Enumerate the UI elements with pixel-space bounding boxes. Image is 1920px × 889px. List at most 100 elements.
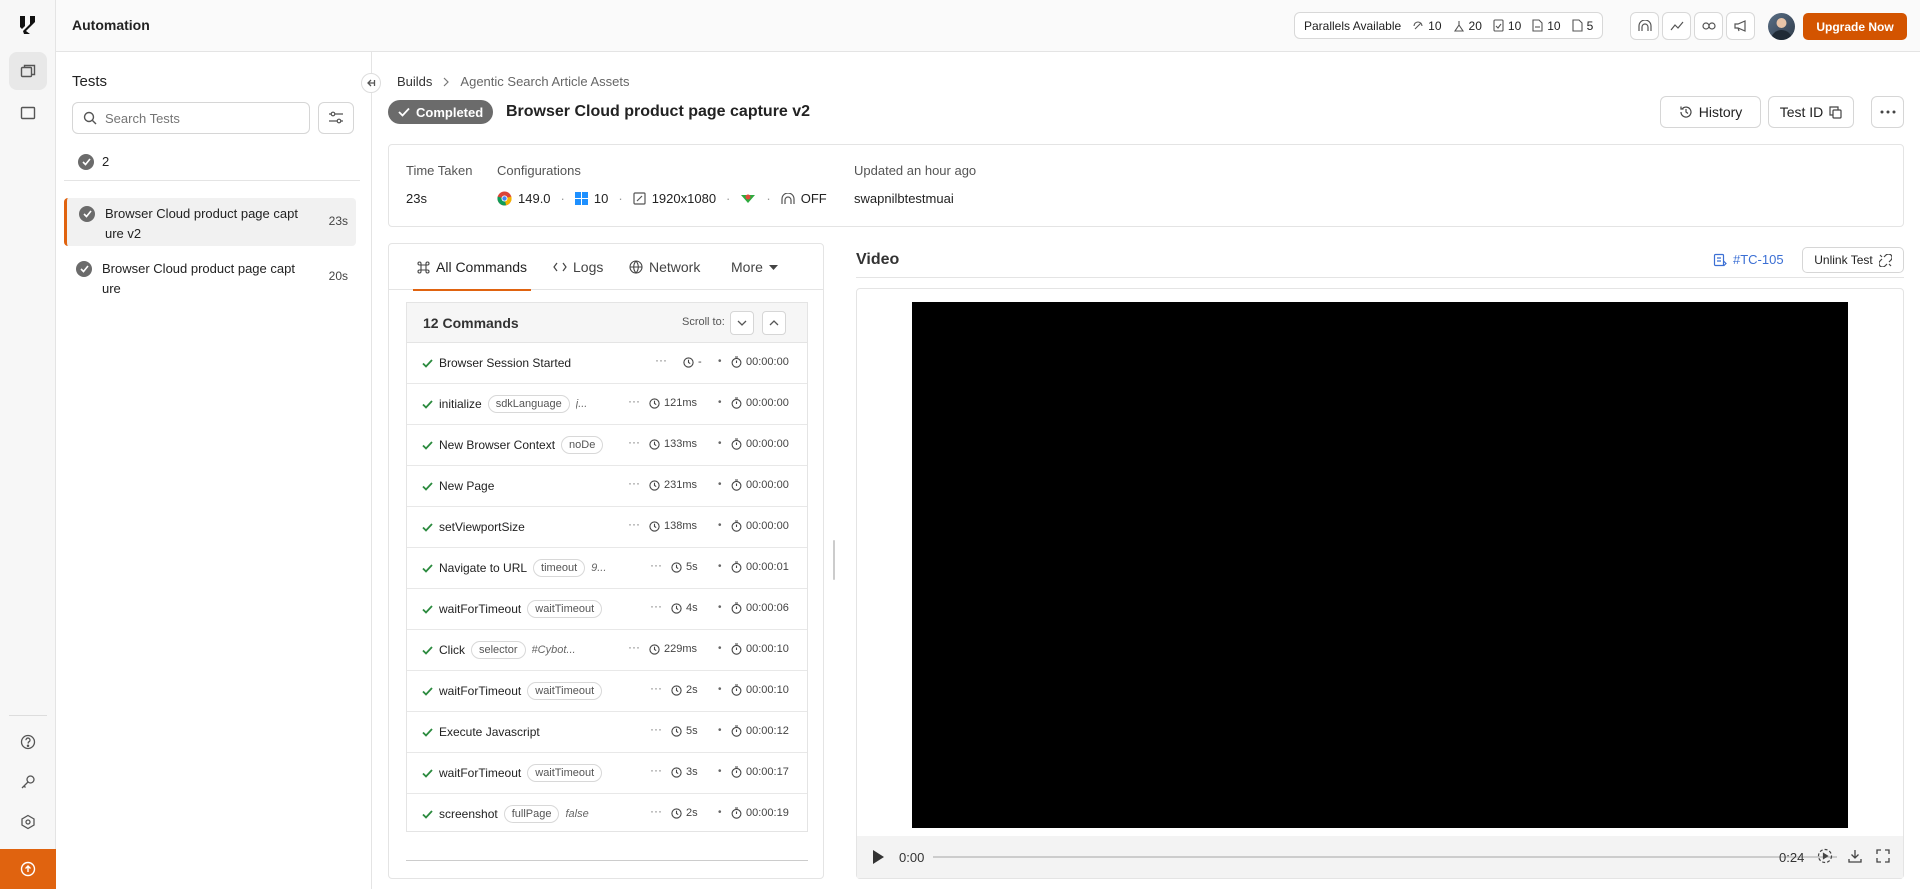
- avatar[interactable]: [1768, 13, 1795, 40]
- scroll-down-button[interactable]: [730, 311, 754, 335]
- check-icon: [422, 809, 433, 819]
- scroll-up-button[interactable]: [762, 311, 786, 335]
- timer-icon: [731, 479, 742, 491]
- user-name-text: swapnilbtestmuai: [854, 191, 954, 206]
- queue-value: 20: [1468, 18, 1482, 33]
- test-item[interactable]: Browser Cloud product page capture 20s: [64, 253, 356, 301]
- command-row[interactable]: setViewportSize ··· 138ms • 00:00:00: [407, 507, 807, 548]
- playback-speed-icon[interactable]: [1817, 848, 1833, 864]
- summary-card: Time Taken 23s Configurations 149.0 · 10…: [388, 144, 1904, 227]
- unlink-test-button[interactable]: Unlink Test: [1802, 247, 1904, 273]
- more-horizontal-icon[interactable]: ···: [647, 559, 665, 574]
- command-timestamp: 00:00:00: [731, 356, 789, 368]
- parallels-label: Parallels Available: [1304, 18, 1402, 33]
- filter-button[interactable]: [318, 102, 354, 134]
- command-param: sdkLanguage: [487, 395, 570, 413]
- upgrade-rail-button[interactable]: [0, 849, 56, 889]
- download-icon[interactable]: [1847, 848, 1863, 864]
- command-row[interactable]: screenshot fullPage false ··· 2s • 00:00:19: [407, 794, 807, 831]
- breadcrumb-build-name[interactable]: Agentic Search Article Assets: [460, 74, 629, 89]
- command-row[interactable]: Browser Session Started ··· - • 00:00:00: [407, 343, 807, 384]
- command-timestamp-text: 00:00:00: [746, 479, 789, 491]
- command-param: timeout: [533, 559, 586, 577]
- more-horizontal-icon[interactable]: ···: [647, 682, 665, 697]
- doc-value: 10: [1547, 18, 1561, 33]
- command-row[interactable]: Navigate to URL timeout 9... ··· 5s • 00:00:01: [407, 548, 807, 589]
- link-icon[interactable]: [1694, 12, 1723, 40]
- search-tests-input[interactable]: [105, 110, 285, 126]
- play-icon[interactable]: [871, 849, 885, 865]
- command-timestamp-text: 00:00:06: [746, 602, 789, 614]
- more-horizontal-icon[interactable]: ···: [625, 395, 643, 410]
- parallels-available[interactable]: Parallels Available 10 20 10 10 5: [1294, 12, 1604, 39]
- more-horizontal-icon[interactable]: ···: [625, 436, 643, 451]
- resize-handle[interactable]: [833, 540, 835, 580]
- tunnel-icon[interactable]: [1630, 12, 1659, 40]
- filter-sliders-icon: [328, 111, 344, 125]
- upgrade-now-button[interactable]: Upgrade Now: [1803, 13, 1907, 40]
- os-version: 10: [593, 191, 609, 206]
- command-row[interactable]: Click selector #Cybot... ··· 229ms • 00:00:10: [407, 630, 807, 671]
- analytics-icon[interactable]: [1662, 12, 1691, 40]
- passed-count-row[interactable]: 2: [78, 152, 109, 170]
- tab-network[interactable]: Network: [625, 244, 704, 290]
- key-icon[interactable]: [9, 763, 47, 801]
- more-horizontal-icon[interactable]: ···: [652, 354, 670, 369]
- more-horizontal-icon[interactable]: ···: [625, 518, 643, 533]
- command-timestamp-text: 00:00:10: [746, 684, 789, 696]
- logo-icon[interactable]: [9, 6, 47, 44]
- more-horizontal-icon: [1880, 110, 1896, 114]
- tab-all-commands[interactable]: All Commands: [413, 244, 532, 291]
- video-screen[interactable]: [912, 302, 1848, 828]
- panel-nav-icon[interactable]: [9, 94, 47, 132]
- command-row[interactable]: New Browser Context noDe ··· 133ms • 00:00:00: [407, 425, 807, 466]
- command-duration: 133ms: [649, 438, 697, 450]
- test-item[interactable]: Browser Cloud product page capture v2 23…: [64, 198, 356, 246]
- test-id-button[interactable]: Test ID: [1768, 96, 1854, 128]
- more-horizontal-icon[interactable]: ···: [647, 805, 665, 820]
- check-icon: [422, 686, 433, 696]
- resolution-icon: [633, 192, 646, 205]
- user-name: swapnilbtestmuai: [854, 191, 954, 206]
- command-param: noDe: [561, 436, 604, 454]
- announcement-icon[interactable]: [1726, 12, 1755, 40]
- fullscreen-icon[interactable]: [1875, 848, 1891, 864]
- more-horizontal-icon[interactable]: ···: [625, 477, 643, 492]
- check-icon: [422, 645, 433, 655]
- help-icon[interactable]: [9, 723, 47, 761]
- command-timestamp: 00:00:00: [731, 397, 789, 409]
- progress-bar[interactable]: [933, 856, 1837, 858]
- collapse-left-icon: [366, 78, 376, 88]
- command-row[interactable]: initialize sdkLanguage j... ··· 121ms • 00:00:…: [407, 384, 807, 425]
- command-row[interactable]: waitForTimeout waitTimeout ··· 2s • 00:00:10: [407, 671, 807, 712]
- history-button[interactable]: History: [1660, 96, 1761, 128]
- check-icon: [422, 604, 433, 614]
- test-case-link[interactable]: #TC-105: [1713, 252, 1784, 267]
- collapse-panel-button[interactable]: [361, 73, 381, 93]
- scrollbar-track[interactable]: [406, 860, 808, 861]
- command-timestamp-text: 00:00:17: [746, 766, 789, 778]
- command-timestamp: 00:00:00: [731, 479, 789, 491]
- command-row[interactable]: waitForTimeout waitTimeout ··· 4s • 00:00:06: [407, 589, 807, 630]
- search-tests-box[interactable]: [72, 102, 310, 134]
- more-horizontal-icon[interactable]: ···: [647, 723, 665, 738]
- command-row[interactable]: Execute Javascript ··· 5s • 00:00:12: [407, 712, 807, 753]
- command-param: selector: [471, 641, 526, 659]
- parallel-icon: [1412, 20, 1424, 32]
- command-timestamp-text: 00:00:00: [746, 356, 789, 368]
- tab-logs[interactable]: Logs: [549, 244, 607, 290]
- more-horizontal-icon[interactable]: ···: [647, 764, 665, 779]
- command-row[interactable]: waitForTimeout waitTimeout ··· 3s • 00:00:17: [407, 753, 807, 794]
- command-timestamp-text: 00:00:10: [746, 643, 789, 655]
- command-duration: 4s: [671, 602, 698, 614]
- more-horizontal-icon[interactable]: ···: [625, 641, 643, 656]
- check-icon: [422, 358, 433, 368]
- code-icon: [553, 262, 567, 272]
- more-options-button[interactable]: [1871, 96, 1904, 128]
- breadcrumb-builds[interactable]: Builds: [397, 74, 432, 89]
- builds-nav-icon[interactable]: [9, 52, 47, 90]
- integrations-icon[interactable]: [9, 803, 47, 841]
- tab-more[interactable]: More: [727, 244, 782, 290]
- more-horizontal-icon[interactable]: ···: [647, 600, 665, 615]
- command-row[interactable]: New Page ··· 231ms • 00:00:00: [407, 466, 807, 507]
